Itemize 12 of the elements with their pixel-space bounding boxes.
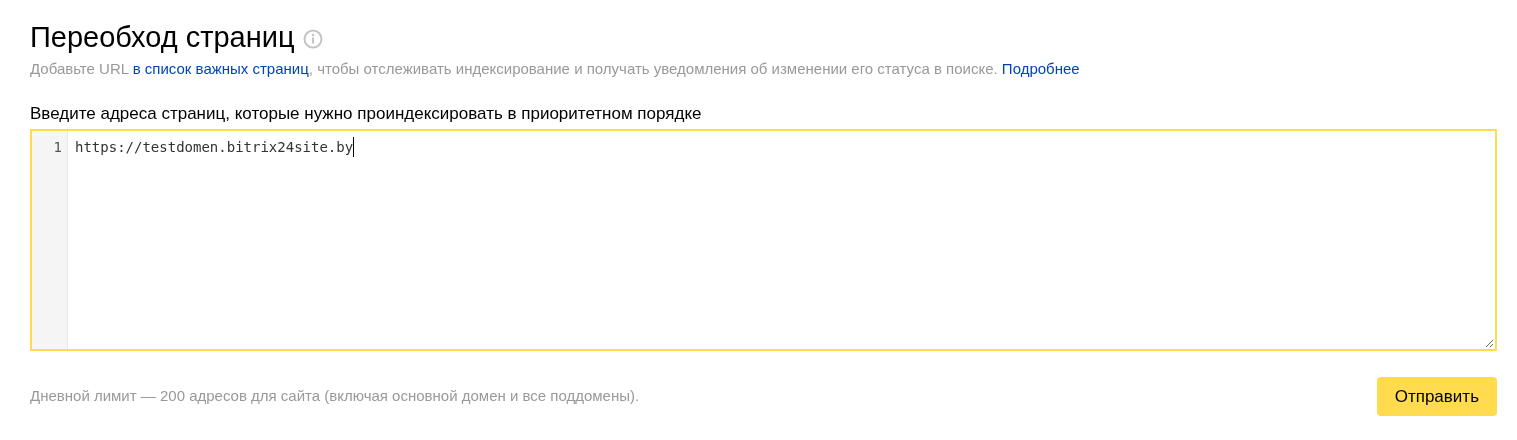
page-title: Переобход страниц xyxy=(30,20,295,55)
page-description: Добавьте URL в список важных страниц, чтобы отслеживать индексирование и получать уведомления об изменении его статуса в поиске. Подробнее xyxy=(30,59,1081,79)
link[interactable]: Подробнее xyxy=(1001,60,1080,77)
code-line: https://testdomen.bitrix24site.by xyxy=(75,138,354,157)
link[interactable]: в список важных страниц xyxy=(132,60,309,77)
submit-button[interactable]: Отправить xyxy=(1376,377,1497,416)
resize-handle-icon[interactable] xyxy=(1485,339,1494,348)
url-editor[interactable]: 1 https://testdomen.bitrix24site.by xyxy=(30,129,1497,351)
editor-label: Введите адреса страниц, которые нужно проиндексировать в приоритетном порядке xyxy=(30,103,703,125)
daily-limit-note: Дневной лимит — 200 адресов для сайта (включая основной домен и все поддомены). xyxy=(30,386,640,407)
line-number: 1 xyxy=(52,138,62,157)
text-cursor xyxy=(353,137,355,157)
